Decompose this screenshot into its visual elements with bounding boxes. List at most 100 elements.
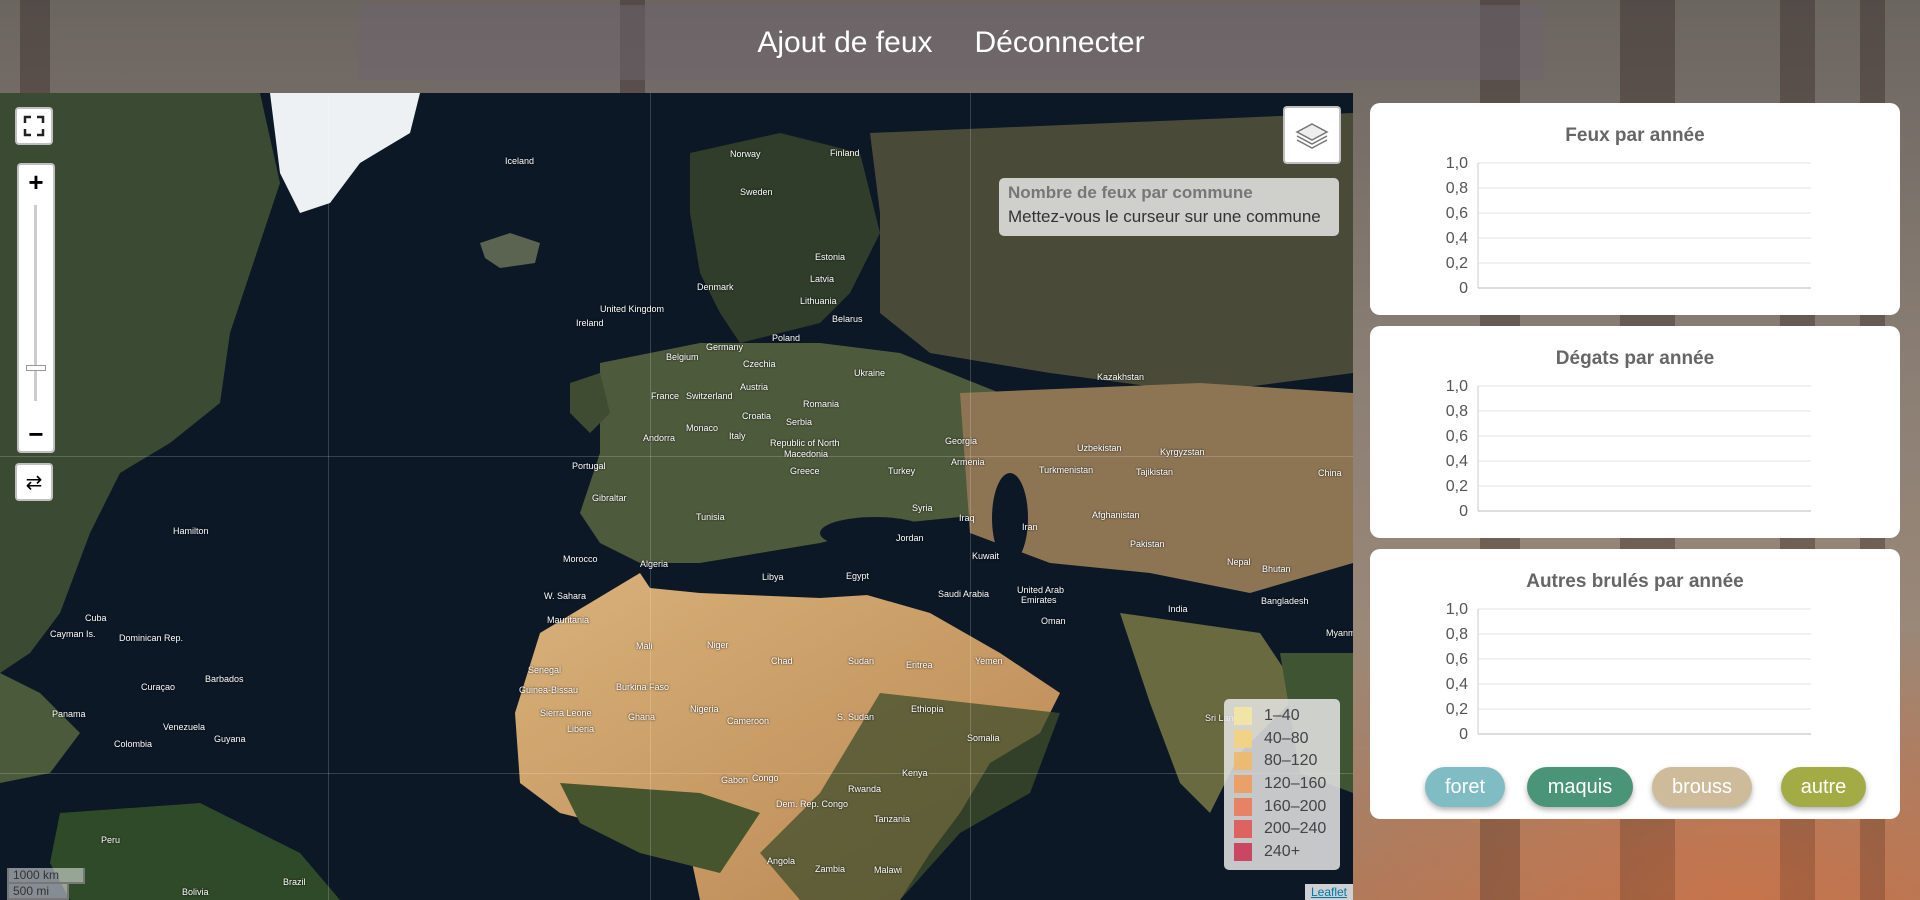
map-place-label: Morocco — [563, 554, 598, 564]
map-place-label: Bangladesh — [1261, 596, 1309, 606]
map-place-label: Pakistan — [1130, 539, 1165, 549]
legend-item: 240+ — [1234, 841, 1330, 864]
damage-per-year-panel: Dégats par année 1,0 0,8 0,6 0,4 0,2 0 — [1370, 326, 1900, 538]
map-place-label: Ukraine — [854, 368, 886, 378]
map-place-label: Finland — [830, 148, 860, 158]
layers-button[interactable] — [1283, 106, 1341, 164]
map-place-label: Tajikistan — [1136, 467, 1174, 477]
map-place-label: Portugal — [572, 461, 606, 471]
map-place-label: Iraq — [959, 513, 975, 523]
y-tick-label: 0,4 — [1446, 230, 1468, 247]
map-place-label: Sweden — [740, 187, 773, 197]
map-place-label: Burkina Faso — [616, 682, 670, 692]
zoom-out-button[interactable]: − — [19, 417, 53, 451]
map-place-label: Afghanistan — [1092, 510, 1140, 520]
y-tick-label: 0,4 — [1446, 453, 1468, 470]
legend-label: 120–160 — [1264, 775, 1327, 793]
map-place-label: Germany — [706, 342, 744, 352]
fires-per-year-panel: Feux par année 1,0 0,8 0,6 0,4 0,2 0 — [1370, 103, 1900, 315]
map-place-label: Angola — [767, 856, 796, 866]
map-place-label: Ghana — [628, 712, 656, 722]
map-place-label: Turkmenistan — [1039, 465, 1094, 475]
vegetation-filter-buttons: foret maquis brouss autre — [1370, 767, 1900, 807]
zoom-slider-handle[interactable] — [26, 365, 46, 371]
map-place-label: Switzerland — [686, 391, 733, 401]
map-place-label: Curaçao — [141, 682, 176, 692]
legend-item: 160–200 — [1234, 795, 1330, 818]
legend-swatch — [1234, 729, 1252, 748]
map-place-label: Libya — [762, 572, 784, 582]
filter-button-brouss[interactable]: brouss — [1652, 767, 1752, 807]
y-tick-label: 0,8 — [1446, 626, 1468, 643]
map-place-label: United Kingdom — [600, 304, 665, 314]
map-place-label: Dominican Rep. — [119, 633, 184, 643]
other-burned-per-year-chart: 1,0 0,8 0,6 0,4 0,2 0 — [1446, 601, 1811, 743]
map-place-label: Dem. Rep. Congo — [776, 799, 849, 809]
map-place-label: Guinea-Bissau — [519, 685, 579, 695]
map-scale: 1000 km 500 mi — [7, 868, 85, 900]
filter-button-maquis[interactable]: maquis — [1527, 767, 1633, 807]
map-place-label: Austria — [740, 382, 769, 392]
map-place-label: Guyana — [214, 734, 246, 744]
map-place-label: Czechia — [743, 359, 776, 369]
other-burned-per-year-panel: Autres brulés par année 1,0 0,8 0,6 0,4 0,2 0… — [1370, 549, 1900, 819]
map-place-label: Latvia — [810, 274, 835, 284]
filter-button-autre[interactable]: autre — [1781, 767, 1866, 807]
y-tick-label: 0,2 — [1446, 701, 1468, 718]
legend-swatch — [1234, 820, 1252, 839]
map-place-label: Syria — [912, 503, 933, 513]
scale-km: 1000 km — [7, 868, 85, 884]
map-place-label: Armenia — [951, 457, 985, 467]
map-place-label: Sudan — [848, 656, 875, 666]
map-place-label: France — [651, 391, 680, 401]
map-place-label: Georgia — [945, 436, 978, 446]
y-tick-label: 0,6 — [1446, 428, 1468, 445]
map-place-label: Myanmar — [1326, 628, 1353, 638]
map-place-label: Mauritania — [547, 615, 590, 625]
y-tick-label: 0,4 — [1446, 676, 1468, 693]
map-legend: 1–40 40–80 80–120 120–160 160–200 200–240 240+ — [1224, 699, 1340, 870]
commune-info-box: Nombre de feux par commune Mettez-vous l… — [999, 178, 1339, 236]
legend-item: 80–120 — [1234, 750, 1330, 773]
info-hint: Mettez-vous le curseur sur une commune — [1008, 207, 1321, 226]
info-title: Nombre de feux par commune — [1008, 183, 1253, 202]
filter-button-foret[interactable]: foret — [1425, 767, 1505, 807]
map-place-label: China — [1318, 468, 1342, 478]
map-place-label: Peru — [101, 835, 121, 845]
y-tick-label: 1,0 — [1446, 378, 1468, 395]
map-view[interactable]: Iceland Norway Finland Sweden Estonia Latvia L… — [0, 93, 1353, 900]
map-place-label: Cuba — [85, 613, 107, 623]
scale-mi: 500 mi — [7, 884, 69, 900]
map-place-label: Gabon — [721, 775, 749, 785]
legend-label: 200–240 — [1264, 820, 1327, 838]
map-place-label: Turkey — [888, 466, 916, 476]
top-navbar: Ajout de feux Déconnecter — [358, 5, 1544, 80]
zoom-slider-track[interactable] — [34, 205, 37, 401]
map-place-label: Emirates — [1021, 595, 1057, 605]
swap-button[interactable]: ⇄ — [15, 463, 53, 501]
map-place-label: Serbia — [786, 417, 813, 427]
map-place-label: Oman — [1041, 616, 1066, 626]
legend-label: 160–200 — [1264, 797, 1327, 815]
map-place-label: Republic of North — [770, 438, 840, 448]
map-place-label: Venezuela — [163, 722, 206, 732]
fullscreen-button[interactable] — [15, 107, 53, 145]
map-place-label: Ireland — [576, 318, 604, 328]
map-place-label: Tunisia — [696, 512, 725, 522]
y-tick-label: 0 — [1459, 280, 1468, 297]
map-place-label: Yemen — [975, 656, 1003, 666]
add-fire-link[interactable]: Ajout de feux — [757, 26, 932, 60]
y-tick-label: 1,0 — [1446, 601, 1468, 618]
map-place-label: India — [1168, 604, 1188, 614]
zoom-in-button[interactable]: + — [19, 165, 53, 199]
map-place-label: Nigeria — [690, 704, 719, 714]
map-place-label: Belgium — [666, 352, 699, 362]
map-place-label: Iran — [1022, 522, 1038, 532]
map-place-label: Kuwait — [972, 551, 1000, 561]
legend-swatch — [1234, 775, 1252, 794]
logout-link[interactable]: Déconnecter — [975, 26, 1145, 60]
map-place-label: Cayman Is. — [50, 629, 96, 639]
leaflet-attribution-link[interactable]: Leaflet — [1304, 884, 1353, 900]
y-tick-label: 0,2 — [1446, 478, 1468, 495]
map-place-label: Croatia — [742, 411, 772, 421]
